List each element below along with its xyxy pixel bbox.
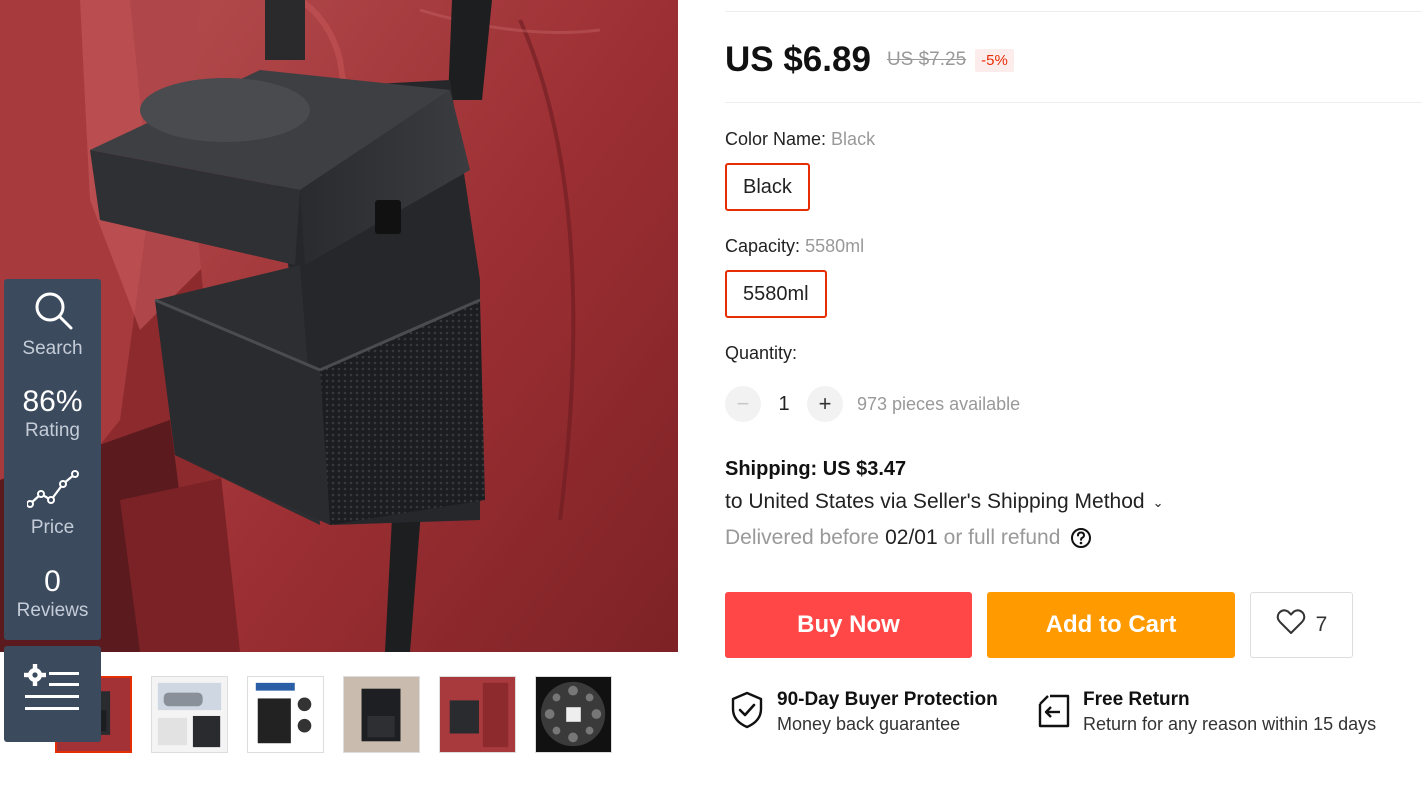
product-main-image[interactable] bbox=[0, 0, 678, 652]
capacity-option-5580ml[interactable]: 5580ml bbox=[725, 270, 827, 318]
wishlist-button[interactable]: 7 bbox=[1250, 592, 1353, 658]
color-option-black[interactable]: Black bbox=[725, 163, 810, 211]
trend-chart-icon bbox=[25, 469, 79, 515]
return-title: Free Return bbox=[1083, 689, 1190, 710]
capacity-property-title: Capacity: 5580ml bbox=[725, 236, 864, 257]
delivery-estimate: Delivered before 02/01 or full refund bbox=[725, 526, 1092, 550]
side-search-button[interactable]: Search bbox=[4, 279, 101, 369]
color-selected-value: Black bbox=[831, 129, 876, 149]
reviews-value: 0 bbox=[44, 565, 61, 598]
rating-label: Rating bbox=[25, 420, 80, 441]
shipping-price: Shipping: US $3.47 bbox=[725, 458, 907, 480]
capacity-selected-value: 5580ml bbox=[805, 236, 865, 256]
reviews-label: Reviews bbox=[16, 600, 89, 621]
capacity-option-label: 5580ml bbox=[743, 282, 809, 305]
question-mark-icon[interactable] bbox=[1070, 527, 1092, 549]
quantity-input[interactable]: 1 bbox=[761, 393, 807, 416]
thumbnail-4[interactable] bbox=[343, 676, 420, 753]
rating-value: 86% bbox=[22, 385, 83, 418]
buy-now-button[interactable]: Buy Now bbox=[725, 592, 972, 658]
thumbnail-5[interactable] bbox=[439, 676, 516, 753]
search-icon bbox=[32, 289, 74, 336]
heart-icon bbox=[1276, 608, 1306, 642]
floating-side-widget: Search 86% Rating Price 0 Reviews bbox=[4, 279, 101, 640]
return-subtitle: Return for any reason within 15 days bbox=[1083, 714, 1377, 734]
shield-check-icon bbox=[725, 688, 769, 732]
settings-menu-icon bbox=[23, 663, 83, 726]
thumbnail-3[interactable] bbox=[247, 676, 324, 753]
divider bbox=[725, 102, 1422, 103]
color-title-label: Color Name: bbox=[725, 129, 827, 149]
color-option-label: Black bbox=[743, 175, 792, 198]
current-price: US $6.89 bbox=[725, 40, 871, 79]
side-rating-button[interactable]: 86% Rating bbox=[4, 369, 101, 459]
return-box-icon bbox=[1031, 688, 1075, 732]
quantity-title: Quantity: bbox=[725, 343, 798, 363]
quantity-decrease-button[interactable]: − bbox=[725, 386, 761, 422]
side-reviews-button[interactable]: 0 Reviews bbox=[4, 549, 101, 639]
search-label: Search bbox=[22, 337, 83, 359]
discount-badge: -5% bbox=[975, 48, 1014, 72]
quantity-stepper: − 1 + 973 pieces available bbox=[725, 386, 1020, 422]
pieces-available: 973 pieces available bbox=[857, 393, 1021, 414]
original-price: US $7.25 bbox=[886, 49, 967, 70]
delivery-date: 02/01 bbox=[885, 526, 938, 549]
thumbnail-2[interactable] bbox=[151, 676, 228, 753]
shipping-method-selector[interactable]: to United States via Seller's Shipping M… bbox=[725, 490, 1164, 514]
buyer-protection[interactable]: 90-Day Buyer Protection Money back guara… bbox=[725, 688, 998, 736]
thumbnail-6[interactable] bbox=[535, 676, 612, 753]
side-price-button[interactable]: Price bbox=[4, 459, 101, 549]
protection-title: 90-Day Buyer Protection bbox=[777, 689, 998, 710]
price-row: US $6.89 US $7.25 -5% bbox=[725, 40, 1014, 80]
quantity-increase-button[interactable]: + bbox=[807, 386, 843, 422]
delivery-prefix: Delivered before bbox=[725, 526, 880, 549]
delivery-suffix: or full refund bbox=[943, 526, 1061, 549]
color-property-title: Color Name: Black bbox=[725, 129, 875, 150]
wishlist-count: 7 bbox=[1315, 613, 1328, 636]
protection-subtitle: Money back guarantee bbox=[777, 714, 961, 734]
add-to-cart-button[interactable]: Add to Cart bbox=[987, 592, 1235, 658]
divider bbox=[725, 11, 1422, 12]
shipping-method-label: to United States via Seller's Shipping M… bbox=[725, 490, 1145, 513]
capacity-title-label: Capacity: bbox=[725, 236, 801, 256]
price-label: Price bbox=[30, 516, 75, 538]
chevron-down-icon: ⌄ bbox=[1152, 495, 1164, 510]
free-return[interactable]: Free Return Return for any reason within… bbox=[1031, 688, 1376, 736]
product-info-panel: US $6.89 US $7.25 -5% Color Name: Black … bbox=[725, 0, 1422, 788]
thumbnail-strip bbox=[55, 676, 631, 753]
settings-menu-button[interactable] bbox=[4, 646, 101, 742]
